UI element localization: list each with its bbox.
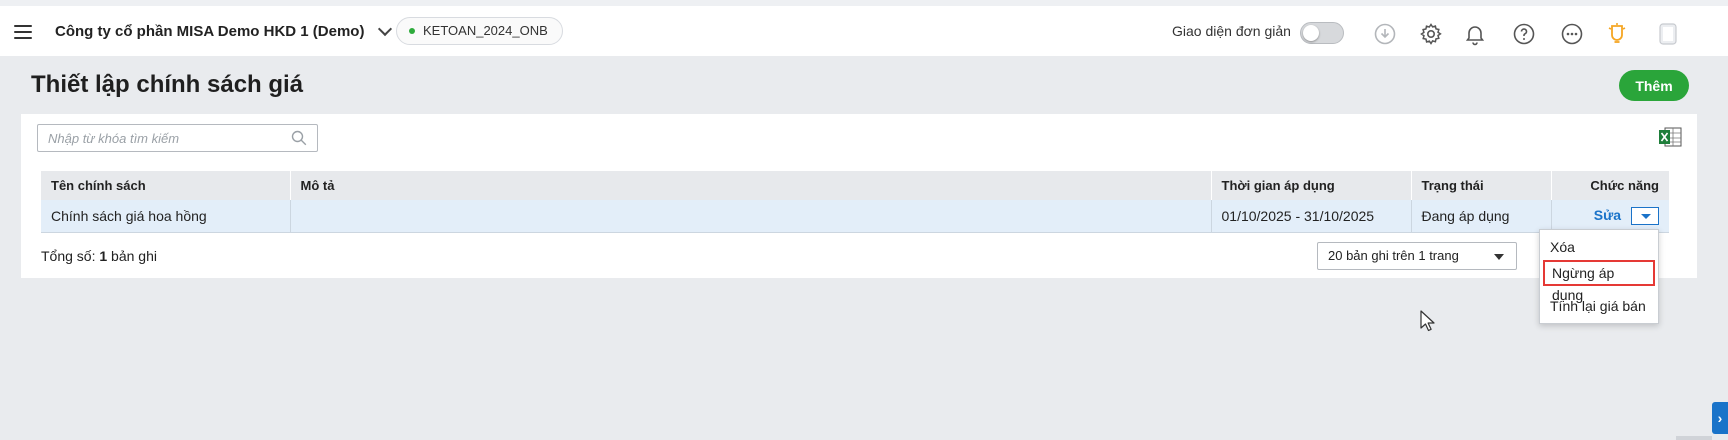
chevron-down-icon	[378, 21, 393, 36]
caret-down-icon	[1494, 254, 1504, 260]
lightbulb-icon[interactable]	[1604, 21, 1630, 47]
cell-actions: Sửa	[1551, 200, 1669, 233]
help-icon[interactable]	[1511, 21, 1537, 47]
policy-table: Tên chính sách Mô tả Thời gian áp dụng T…	[41, 171, 1669, 233]
header-period[interactable]: Thời gian áp dụng	[1211, 171, 1412, 200]
actions-dropdown-button[interactable]	[1631, 206, 1659, 225]
toggle-knob	[1303, 25, 1319, 41]
total-records: Tổng số: 1 bản ghi	[41, 248, 157, 264]
cell-name: Chính sách giá hoa hồng	[41, 200, 291, 233]
gear-icon[interactable]	[1418, 21, 1444, 47]
page-title: Thiết lập chính sách giá	[31, 71, 304, 98]
content-card: Tên chính sách Mô tả Thời gian áp dụng T…	[21, 114, 1697, 278]
company-name: Công ty cổ phần MISA Demo HKD 1 (Demo)	[55, 23, 365, 40]
status-dot	[409, 28, 415, 34]
table-header-row: Tên chính sách Mô tả Thời gian áp dụng T…	[41, 171, 1669, 200]
action-menu: Xóa Ngừng áp dụng Tính lại giá bán	[1539, 229, 1659, 324]
cell-period: 01/10/2025 - 31/10/2025	[1211, 200, 1412, 233]
menu-item-delete[interactable]: Xóa	[1540, 234, 1658, 260]
simple-ui-label: Giao diện đơn giản	[1172, 23, 1291, 39]
page-size-value: 20 bản ghi trên 1 trang	[1328, 248, 1459, 263]
total-prefix: Tổng số:	[41, 248, 100, 264]
top-bar: Công ty cổ phần MISA Demo HKD 1 (Demo) K…	[0, 0, 1728, 56]
header-description[interactable]: Mô tả	[290, 171, 1212, 200]
cell-description	[290, 200, 1212, 233]
edit-link[interactable]: Sửa	[1594, 207, 1621, 223]
total-count: 1	[99, 248, 108, 264]
download-icon[interactable]	[1372, 21, 1398, 47]
menu-item-stop-applying[interactable]: Ngừng áp dụng	[1543, 260, 1655, 303]
header-actions: Chức năng	[1551, 171, 1669, 200]
menu-item-recalculate-price[interactable]: Tính lại giá bán	[1540, 293, 1658, 319]
side-panel-toggle[interactable]: ›	[1712, 402, 1728, 434]
more-icon[interactable]	[1559, 21, 1585, 47]
menu-icon[interactable]	[14, 25, 32, 39]
database-badge[interactable]: KETOAN_2024_ONB	[396, 17, 563, 45]
table-row[interactable]: Chính sách giá hoa hồng 01/10/2025 - 31/…	[41, 200, 1669, 233]
avatar[interactable]	[1655, 21, 1681, 47]
total-suffix: bản ghi	[107, 248, 157, 264]
add-button[interactable]: Thêm	[1619, 70, 1689, 101]
bell-icon[interactable]	[1462, 21, 1488, 47]
excel-export-icon[interactable]	[1658, 127, 1682, 147]
mouse-cursor-icon	[1420, 310, 1435, 332]
page-size-select[interactable]: 20 bản ghi trên 1 trang	[1317, 242, 1517, 270]
database-name: KETOAN_2024_ONB	[423, 23, 548, 38]
cell-status: Đang áp dụng	[1411, 200, 1552, 233]
company-selector[interactable]: Công ty cổ phần MISA Demo HKD 1 (Demo)	[55, 21, 393, 40]
search-icon[interactable]	[291, 130, 307, 146]
header-status[interactable]: Trạng thái	[1411, 171, 1552, 200]
search-box[interactable]	[37, 124, 318, 152]
header-name[interactable]: Tên chính sách	[41, 171, 291, 200]
simple-ui-toggle[interactable]	[1300, 22, 1344, 44]
search-input[interactable]	[38, 125, 278, 151]
scroll-indicator	[1676, 436, 1712, 440]
